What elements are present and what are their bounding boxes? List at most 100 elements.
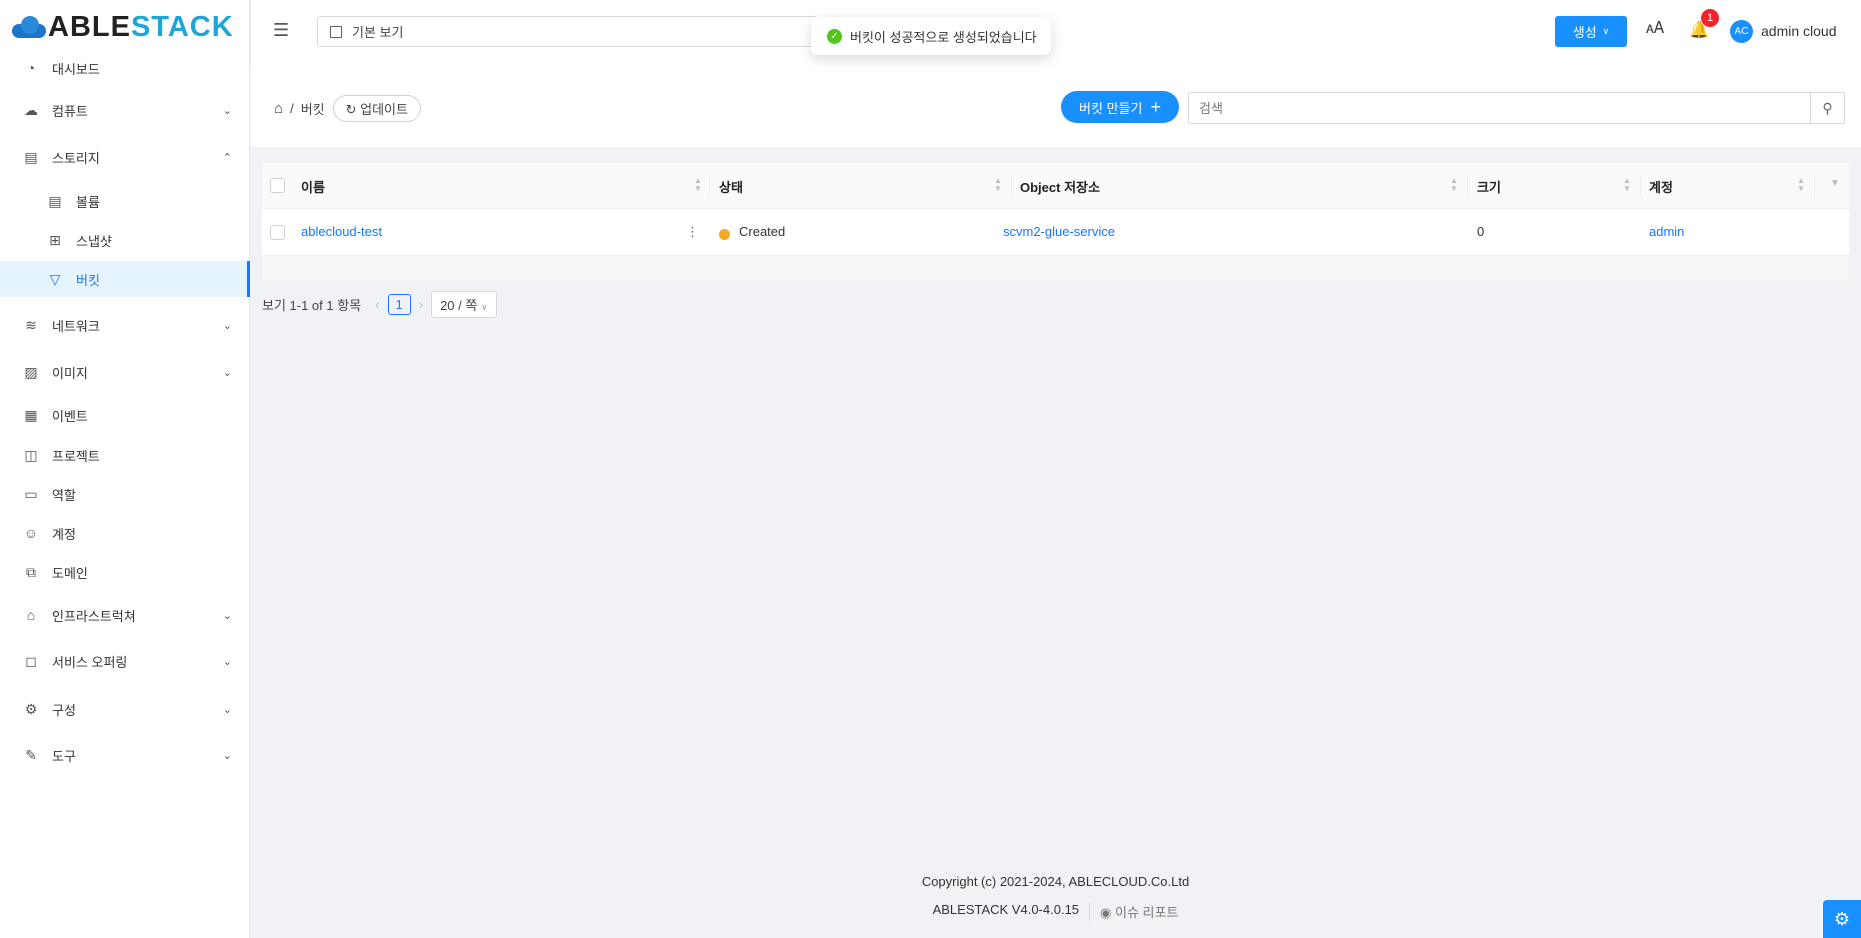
sidebar-item-label: 스냅샷 xyxy=(76,233,112,249)
footer-version-row: ABLESTACK V4.0-4.0.15 ◉ 이슈 리포트 xyxy=(932,902,1179,921)
search-icon[interactable]: ⚲ xyxy=(1810,93,1844,123)
chevron-down-icon: ∨ xyxy=(1602,26,1610,36)
sidebar-item-label: 도메인 xyxy=(52,565,88,581)
page-1-button[interactable]: 1 xyxy=(387,294,411,315)
sort-icon[interactable]: ▲ ▼ xyxy=(1797,177,1805,193)
sidebar-item-7[interactable]: ▨ 이미지 ⌄ xyxy=(0,354,250,390)
wifi-icon: ≋ xyxy=(25,316,37,333)
object-store-link[interactable]: scvm2-glue-service xyxy=(1003,224,1115,239)
status-text: Created xyxy=(739,224,786,239)
chevron-down-icon: ⌄ xyxy=(222,749,232,762)
column-name[interactable]: 이름 xyxy=(301,177,325,196)
project-icon: ◫ xyxy=(24,446,38,463)
sidebar-item-label: 프로젝트 xyxy=(52,448,100,464)
sidebar-item-9[interactable]: ◫ 프로젝트 xyxy=(0,437,250,473)
chevron-down-icon: ⌄ xyxy=(222,319,232,332)
check-circle-icon: ✓ xyxy=(827,28,842,44)
sidebar-item-12[interactable]: ⧉ 도메인 xyxy=(0,554,250,590)
wrench-icon: ✎ xyxy=(25,746,37,763)
column-status[interactable]: 상태 xyxy=(719,177,743,196)
sidebar-item-label: 컴퓨트 xyxy=(52,103,88,119)
create-bucket-button[interactable]: 버킷 만들기 + xyxy=(1061,91,1179,123)
sidebar-item-label: 이벤트 xyxy=(52,408,88,424)
ablestack-logo[interactable]: ABLE STACK xyxy=(12,11,234,43)
shopping-bag-icon: ◻ xyxy=(25,652,37,669)
sort-icon[interactable]: ▲ ▼ xyxy=(994,177,1002,193)
create-button[interactable]: 생성 ∨ xyxy=(1555,16,1627,47)
search-input[interactable] xyxy=(1189,93,1799,123)
avatar[interactable]: AC xyxy=(1730,20,1753,43)
chevron-down-icon: ∨ xyxy=(480,302,488,312)
domain-icon: ⧉ xyxy=(26,563,36,580)
sort-icon[interactable]: ▲ ▼ xyxy=(1450,177,1458,193)
sidebar-item-10[interactable]: ▭ 역할 xyxy=(0,476,250,512)
sidebar-item-label: 네트워크 xyxy=(52,318,100,334)
more-actions-icon[interactable]: ⋮ xyxy=(686,224,699,240)
sidebar-item-16[interactable]: ✎ 도구 ⌄ xyxy=(0,737,250,773)
prev-page-icon[interactable]: ‹ xyxy=(375,297,379,312)
view-select[interactable]: 기본 보기 xyxy=(317,16,817,47)
bucket-name-link[interactable]: ablecloud-test xyxy=(301,224,382,239)
search-box: ⚲ xyxy=(1188,92,1845,124)
sidebar-item-8[interactable]: ▦ 이벤트 xyxy=(0,397,250,433)
sidebar-item-label: 대시보드 xyxy=(52,61,100,77)
column-object-store[interactable]: Object 저장소 xyxy=(1020,177,1100,196)
status-dot xyxy=(719,229,730,240)
size-value: 0 xyxy=(1477,224,1485,239)
id-card-icon: ▭ xyxy=(24,485,38,502)
issue-report-link[interactable]: ◉ 이슈 리포트 xyxy=(1089,902,1178,921)
cloud-logo-icon xyxy=(12,16,46,38)
sidebar-item-14[interactable]: ◻ 서비스 오퍼링 ⌄ xyxy=(0,643,250,679)
pagination: 보기 1-1 of 1 항목 ‹ 1 › 20 / 쪽 ∨ xyxy=(262,291,497,318)
chevron-down-icon: ⌄ xyxy=(222,609,232,622)
sidebar-item-0[interactable]: ◔ 대시보드 xyxy=(0,50,250,86)
sort-icon[interactable]: ▲ ▼ xyxy=(694,177,702,193)
chevron-down-icon: ⌄ xyxy=(222,655,232,668)
sort-icon[interactable]: ▲ ▼ xyxy=(1623,177,1631,193)
page-size-select[interactable]: 20 / 쪽 ∨ xyxy=(431,291,497,318)
sidebar-item-4[interactable]: ⊞ 스냅샷 xyxy=(0,222,250,258)
refresh-button[interactable]: ↻ 업데이트 xyxy=(332,95,421,122)
sidebar-item-label: 도구 xyxy=(52,748,76,764)
refresh-icon: ↻ xyxy=(345,102,357,117)
sidebar: ABLE STACK ◔ 대시보드 ☁ 컴퓨트 ⌄ ▤ 스토리지 ⌃ ▤ 볼륨 ⊞ 스냅샷 ▽ 버킷 ≋ 네트워… xyxy=(0,0,250,938)
users-icon: ☺ xyxy=(23,525,39,541)
row-checkbox[interactable] xyxy=(270,225,285,240)
sidebar-item-3[interactable]: ▤ 볼륨 xyxy=(0,183,250,219)
select-all-checkbox[interactable] xyxy=(270,178,285,193)
chevron-down-icon: ⌄ xyxy=(222,366,232,379)
image-icon: ▨ xyxy=(24,363,38,380)
chevron-down-icon: ⌄ xyxy=(222,703,232,716)
sidebar-item-label: 계정 xyxy=(52,526,76,542)
settings-drawer-button[interactable]: ⚙ xyxy=(1823,900,1861,938)
sidebar-item-6[interactable]: ≋ 네트워크 ⌄ xyxy=(0,307,250,343)
filter-icon[interactable]: ▼ xyxy=(1830,178,1840,189)
sidebar-item-11[interactable]: ☺ 계정 xyxy=(0,515,250,551)
page-header: ⌂ / 버킷 ↻ 업데이트 버킷 만들기+ ⚲ xyxy=(251,62,1861,147)
sidebar-item-label: 서비스 오퍼링 xyxy=(52,654,128,670)
table-header: 이름 ▲ ▼ 상태 ▲ ▼ Object 저장소 ▲ ▼ 크기 ▲ ▼ 계정 ▲ ▼ ▼ xyxy=(262,163,1849,209)
cloud-icon: ☁ xyxy=(24,101,38,118)
account-link[interactable]: admin xyxy=(1649,224,1684,239)
snapshot-icon: ⊞ xyxy=(49,231,61,248)
sidebar-item-label: 인프라스트럭쳐 xyxy=(52,608,136,624)
sidebar-item-label: 역할 xyxy=(52,487,76,503)
sidebar-item-1[interactable]: ☁ 컴퓨트 ⌄ xyxy=(0,92,250,128)
sidebar-item-2[interactable]: ▤ 스토리지 ⌃ xyxy=(0,139,250,175)
column-account[interactable]: 계정 xyxy=(1649,177,1673,196)
translate-icon[interactable]: 🗚 xyxy=(1646,20,1664,38)
column-size[interactable]: 크기 xyxy=(1477,177,1501,196)
sidebar-item-label: 볼륨 xyxy=(76,194,100,210)
success-toast: ✓ 버킷이 성공적으로 생성되었습니다 xyxy=(811,17,1051,55)
user-name[interactable]: admin cloud xyxy=(1761,23,1837,39)
dashboard-icon: ◔ xyxy=(26,60,36,76)
top-header: ☰ 기본 보기 생성 ∨ 🗚 🔔 1 AC admin cloud xyxy=(251,0,1861,62)
bucket-icon: ▽ xyxy=(49,270,61,287)
copyright-text: Copyright (c) 2021-2024, ABLECLOUD.Co.Lt… xyxy=(921,874,1190,889)
collapse-menu-icon[interactable]: ☰ xyxy=(273,20,289,41)
home-icon[interactable]: ⌂ xyxy=(274,100,283,117)
sidebar-item-5[interactable]: ▽ 버킷 xyxy=(0,261,250,297)
sidebar-item-15[interactable]: ⚙ 구성 ⌄ xyxy=(0,691,250,727)
next-page-icon[interactable]: › xyxy=(419,297,423,312)
sidebar-item-13[interactable]: ⌂ 인프라스트럭쳐 ⌄ xyxy=(0,597,250,633)
